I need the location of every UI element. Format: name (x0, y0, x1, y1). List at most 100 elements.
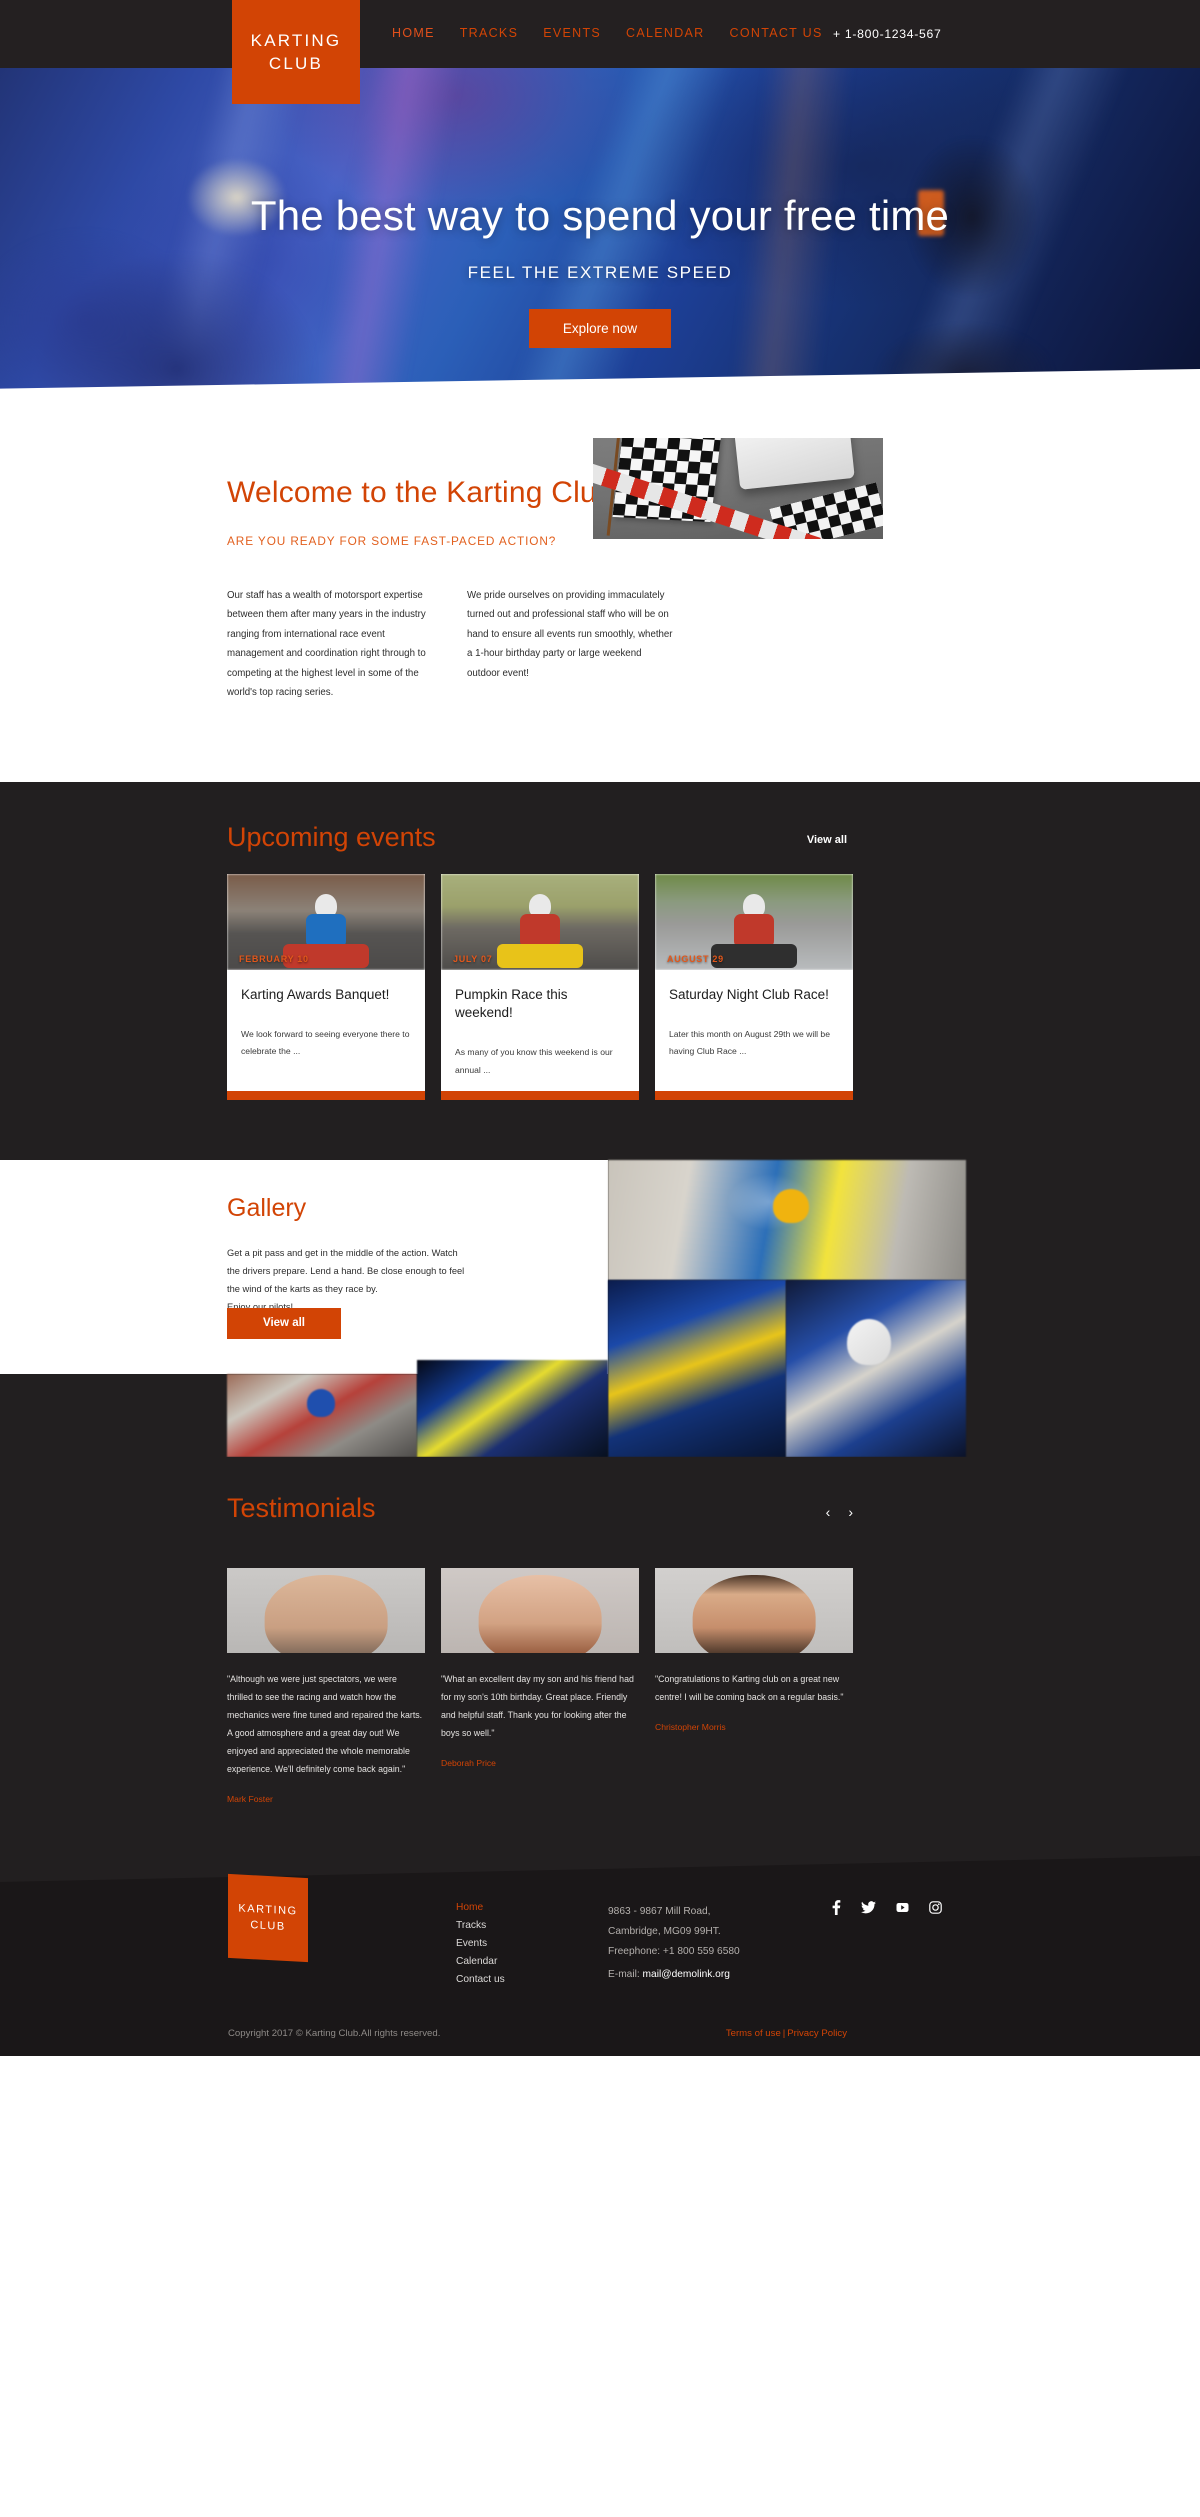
gallery-section: Gallery Get a pit pass and get in the mi… (0, 1159, 1200, 1457)
testimonials-title: Testimonials (227, 1492, 376, 1523)
testimonial-quote: "Although we were just spectators, we we… (227, 1673, 423, 1774)
event-card[interactable]: AUGUST 29 Saturday Night Club Race! Late… (655, 874, 853, 1100)
gallery-image[interactable] (227, 1373, 417, 1457)
footer-nav-item-events[interactable]: Events (456, 1938, 505, 1949)
event-excerpt: We look forward to seeing everyone there… (241, 1029, 410, 1057)
nav-item-calendar[interactable]: CALENDAR (626, 26, 704, 40)
facebook-icon[interactable] (832, 1900, 841, 1917)
logo-line-1: KARTING (250, 30, 342, 50)
welcome-kicker: ARE YOU READY FOR SOME FAST-PACED ACTION… (227, 534, 557, 548)
avatar-head (478, 1574, 602, 1653)
footer-nav-item-calendar[interactable]: Calendar (456, 1956, 505, 1967)
footer-nav-item-tracks[interactable]: Tracks (456, 1920, 505, 1931)
event-title[interactable]: Karting Awards Banquet! (241, 986, 411, 1004)
nav-item-home[interactable]: HOME (392, 26, 435, 40)
avatar-face (655, 1567, 853, 1653)
footer-logo[interactable]: KARTING CLUB (228, 1873, 308, 1963)
gallery-description: Get a pit pass and get in the middle of … (227, 1247, 465, 1312)
testimonial-item: "Congratulations to Karting club on a gr… (655, 1567, 853, 1804)
nav-item-contact-us[interactable]: CONTACT US (730, 26, 823, 40)
testimonial-item: "What an excellent day my son and his fr… (441, 1567, 639, 1804)
footer-nav-item-home[interactable]: Home (456, 1902, 505, 1913)
driver-body (306, 914, 346, 948)
privacy-policy-link[interactable]: Privacy Policy (787, 2028, 847, 2039)
site-footer: KARTING CLUB Home Tracks Events Calendar… (0, 1856, 1200, 2056)
gallery-image[interactable] (608, 1159, 966, 1280)
email-label: E-mail: (608, 1969, 640, 1980)
logo-line-2: CLUB (268, 54, 324, 73)
event-card-body: Saturday Night Club Race! Later this mon… (655, 970, 853, 1091)
testimonials-section: Testimonials ‹ › "Although we were just … (0, 1456, 1200, 1856)
events-view-all-link[interactable]: View all (807, 834, 847, 846)
footer-top-slant-divider (0, 1856, 1200, 1882)
terms-of-use-link[interactable]: Terms of use (726, 2028, 781, 2039)
address-freephone: Freephone: +1 800 559 6580 (608, 1945, 740, 1957)
header-phone[interactable]: + 1-800-1234-567 (833, 27, 941, 41)
site-logo[interactable]: KARTING CLUB (232, 0, 360, 104)
welcome-paragraph-1: Our staff has a wealth of motorsport exp… (227, 590, 426, 699)
testimonial-avatar (655, 1567, 853, 1653)
instagram-icon[interactable] (929, 1901, 942, 1916)
welcome-columns: Our staff has a wealth of motorsport exp… (227, 586, 677, 702)
event-card-photo: AUGUST 29 (655, 874, 853, 970)
event-date: AUGUST 29 (667, 954, 724, 964)
kart-illustration (494, 894, 586, 968)
gallery-image[interactable] (786, 1279, 966, 1457)
event-title[interactable]: Saturday Night Club Race! (669, 986, 839, 1004)
event-card-accent-bar (441, 1090, 639, 1100)
avatar-head (264, 1574, 388, 1653)
page-root: KARTING CLUB HOME TRACKS EVENTS CALENDAR… (0, 0, 1200, 2056)
gallery-image-mosaic (0, 1159, 1200, 1457)
chevron-right-icon[interactable]: › (848, 1504, 853, 1520)
avatar-head (692, 1574, 816, 1653)
event-card[interactable]: JULY 07 Pumpkin Race this weekend! As ma… (441, 874, 639, 1100)
testimonials-carousel-controls: ‹ › (826, 1504, 853, 1520)
chevron-left-icon[interactable]: ‹ (826, 1504, 831, 1520)
hero-subtitle: FEEL THE EXTREME SPEED (467, 263, 733, 283)
event-excerpt: Later this month on August 29th we will … (669, 1029, 830, 1057)
event-date: FEBRUARY 10 (239, 954, 309, 964)
nav-item-tracks[interactable]: TRACKS (460, 26, 519, 40)
event-title[interactable]: Pumpkin Race this weekend! (455, 986, 625, 1022)
event-card-photo: FEBRUARY 10 (227, 874, 425, 970)
gallery-image[interactable] (417, 1359, 608, 1457)
testimonial-avatar (441, 1567, 639, 1653)
hero-title: The best way to spend your free time (250, 192, 950, 239)
address-line-1: 9863 - 9867 Mill Road, (608, 1906, 711, 1917)
upcoming-events-section: Upcoming events View all FEBRUARY 10 Kar… (0, 782, 1200, 1160)
footer-nav-item-contact-us[interactable]: Contact us (456, 1974, 505, 1985)
event-card-accent-bar (655, 1090, 853, 1100)
nav-item-events[interactable]: EVENTS (543, 26, 601, 40)
site-header: KARTING CLUB HOME TRACKS EVENTS CALENDAR… (0, 0, 1200, 104)
address-line-2: Cambridge, MG09 99HT. (608, 1925, 721, 1937)
welcome-section: Welcome to the Karting Club ARE YOU READ… (0, 354, 1200, 782)
explore-now-button[interactable]: Explore now (528, 309, 672, 349)
copyright-text: Copyright 2017 © Karting Club.All rights… (228, 2028, 441, 2039)
welcome-paragraph-2: We pride ourselves on providing immacula… (467, 590, 673, 679)
gallery-view-all-button[interactable]: View all (227, 1307, 341, 1339)
testimonial-author: Christopher Morris (655, 1721, 726, 1732)
hero-content: The best way to spend your free time FEE… (0, 68, 1200, 349)
footer-nav: Home Tracks Events Calendar Contact us (456, 1902, 505, 1985)
event-card-body: Pumpkin Race this weekend! As many of yo… (441, 970, 639, 1091)
avatar-face (441, 1567, 639, 1653)
social-links (832, 1900, 942, 1917)
event-date: JULY 07 (453, 954, 493, 964)
twitter-icon[interactable] (861, 1901, 877, 1916)
footer-legal-links: Terms of use | Privacy Policy (726, 2028, 847, 2039)
main-nav: HOME TRACKS EVENTS CALENDAR CONTACT US (392, 26, 823, 40)
testimonial-quote: "What an excellent day my son and his fr… (441, 1673, 634, 1738)
legal-links-separator: | (782, 2028, 786, 2039)
email-address-link[interactable]: mail@demolink.org (643, 1969, 730, 1980)
youtube-icon[interactable] (896, 1901, 909, 1916)
driver-body (520, 914, 560, 948)
footer-email: E-mail: mail@demolink.org (608, 1969, 730, 1980)
testimonial-author: Mark Foster (227, 1794, 273, 1804)
gallery-image[interactable] (608, 1279, 786, 1457)
footer-address: 9863 - 9867 Mill Road, Cambridge, MG09 9… (608, 1902, 740, 1962)
event-card[interactable]: FEBRUARY 10 Karting Awards Banquet! We l… (227, 874, 425, 1100)
event-card-accent-bar (227, 1090, 425, 1100)
testimonial-item: "Although we were just spectators, we we… (227, 1567, 425, 1804)
event-card-body: Karting Awards Banquet! We look forward … (227, 970, 425, 1091)
avatar-face (227, 1567, 425, 1653)
